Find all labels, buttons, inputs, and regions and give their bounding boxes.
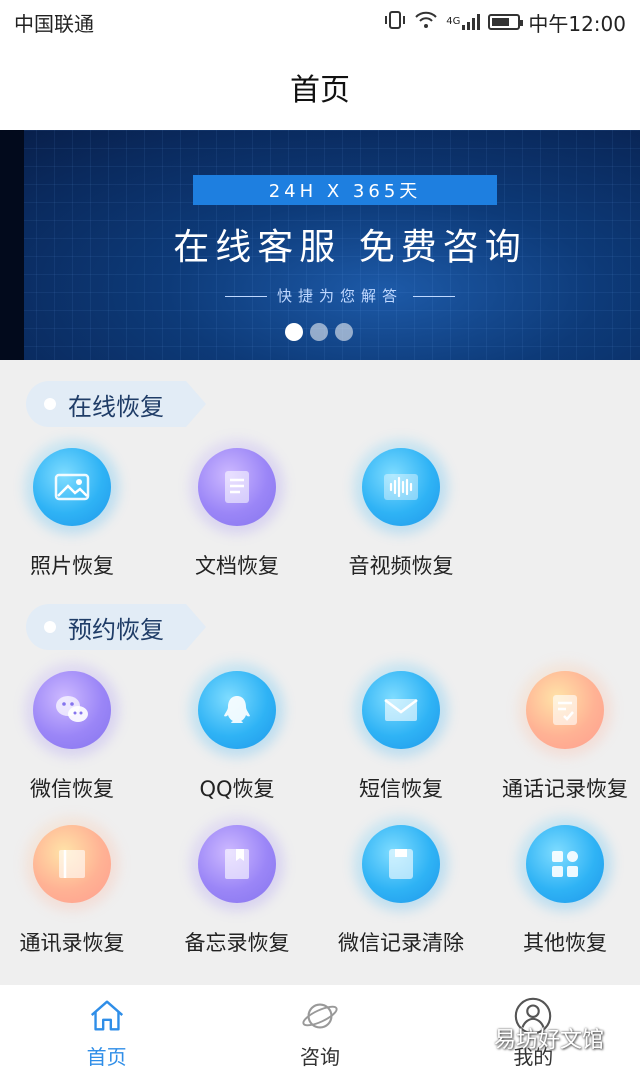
tab-label: 首页 (86, 1045, 127, 1069)
item-label: QQ恢复 (199, 777, 275, 801)
signal-icon (462, 14, 481, 30)
document-icon (198, 448, 276, 526)
item-label: 通讯录恢复 (19, 931, 125, 955)
section-title: 预约恢复 (68, 615, 164, 644)
banner-tag: 24H X 365天 (193, 175, 497, 205)
section-title: 在线恢复 (68, 392, 164, 421)
network-type: 4G (446, 15, 461, 27)
wechat-recovery-button[interactable]: 微信恢复 (0, 671, 147, 803)
home-icon (90, 1000, 123, 1031)
clock: 中午12:00 (528, 11, 626, 36)
envelope-icon (362, 671, 440, 749)
item-label: 微信恢复 (30, 777, 114, 801)
vibrate-icon (384, 10, 406, 35)
item-label: 短信恢复 (359, 777, 443, 801)
audio-wave-icon (362, 448, 440, 526)
page-title: 首页 (290, 73, 350, 108)
item-label: 文档恢复 (195, 554, 279, 578)
memo-book-icon (198, 825, 276, 903)
status-icons: 4G 中午12:00 (384, 8, 626, 37)
item-label: 备忘录恢复 (184, 931, 290, 955)
planet-icon (302, 1003, 338, 1029)
memo-recovery-button[interactable]: 备忘录恢复 (162, 825, 312, 957)
section-header-appointment: 预约恢复 (26, 604, 206, 650)
tab-label: 咨询 (299, 1045, 340, 1069)
image-icon (33, 448, 111, 526)
carousel-dots (285, 323, 353, 341)
item-label: 音视频恢复 (348, 554, 454, 578)
carousel-dot[interactable] (335, 323, 353, 341)
banner-subline-text: 快捷为您解答 (276, 287, 403, 305)
grid-apps-icon (526, 825, 604, 903)
call-log-recovery-button[interactable]: 通话记录恢复 (490, 671, 640, 803)
wifi-icon (414, 10, 438, 35)
status-bar: 中国联通 4G 中午12:00 (0, 0, 640, 44)
sms-recovery-button[interactable]: 短信恢复 (326, 671, 476, 803)
battery-icon (488, 14, 524, 30)
section-header-online: 在线恢复 (26, 381, 206, 427)
tab-consult[interactable]: 咨询 (213, 985, 426, 1070)
tab-home[interactable]: 首页 (0, 985, 213, 1070)
banner-subline: 快捷为您解答 (0, 285, 640, 306)
contacts-recovery-button[interactable]: 通讯录恢复 (0, 825, 147, 957)
item-label: 微信记录清除 (338, 931, 464, 955)
call-log-icon (526, 671, 604, 749)
wechat-icon (33, 671, 111, 749)
watermark: 易坊好文馆 (494, 1028, 605, 1053)
title-bar: 首页 (0, 44, 640, 130)
audio-video-recovery-button[interactable]: 音视频恢复 (326, 448, 476, 580)
qq-penguin-icon (198, 671, 276, 749)
document-recovery-button[interactable]: 文档恢复 (162, 448, 312, 580)
contacts-icon (33, 825, 111, 903)
qq-recovery-button[interactable]: QQ恢复 (162, 671, 312, 803)
photo-recovery-button[interactable]: 照片恢复 (0, 448, 147, 580)
bullet-dot (44, 621, 56, 633)
carousel-dot[interactable] (285, 323, 303, 341)
wechat-clean-button[interactable]: 微信记录清除 (326, 825, 476, 957)
item-label: 其他恢复 (523, 931, 607, 955)
carousel-dot[interactable] (310, 323, 328, 341)
banner-carousel[interactable]: 24H X 365天 在线客服 免费咨询 快捷为您解答 (0, 130, 640, 360)
other-recovery-button[interactable]: 其他恢复 (490, 825, 640, 957)
item-label: 通话记录恢复 (502, 777, 628, 801)
carrier-label: 中国联通 (14, 11, 94, 36)
item-label: 照片恢复 (30, 554, 114, 578)
bullet-dot (44, 398, 56, 410)
clean-icon (362, 825, 440, 903)
banner-headline: 在线客服 免费咨询 (173, 227, 527, 268)
